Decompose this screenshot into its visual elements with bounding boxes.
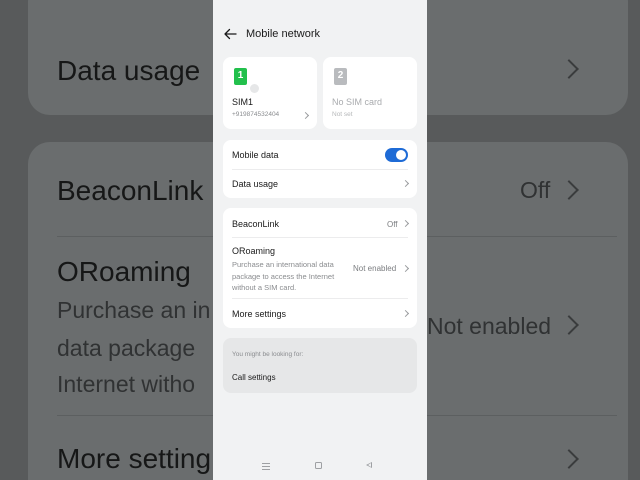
call-settings-link[interactable]: Call settings [232, 373, 276, 382]
data-usage-row[interactable]: Data usage [223, 169, 417, 198]
sim2-name: No SIM card [332, 97, 383, 107]
phone-screen: Mobile network 1 SIM1 +919874532404 2 No… [213, 0, 427, 480]
oroaming-description: Purchase an international data package t… [232, 260, 335, 292]
sim2-badge: 2 [337, 70, 344, 81]
sim-card-icon: 1 [234, 68, 247, 85]
sim1-name: SIM1 [232, 97, 254, 107]
home-icon[interactable] [315, 462, 322, 469]
beaconlink-row[interactable]: BeaconLink Off [223, 208, 417, 237]
chevron-right-icon [401, 264, 410, 273]
data-usage-label: Data usage [232, 179, 279, 189]
header: Mobile network [213, 22, 427, 46]
background-more-settings: More setting [57, 443, 212, 474]
sim2-status: Not set [332, 111, 353, 118]
background-data-usage: Data usage [57, 55, 201, 86]
oroaming-row[interactable]: ORoaming Purchase an international data … [223, 237, 417, 298]
more-settings-label: More settings [232, 309, 287, 319]
background-oroaming: ORoaming [57, 256, 191, 287]
background-oroaming-line3: Internet witho [57, 371, 196, 397]
oroaming-label: ORoaming [232, 246, 276, 256]
mobile-data-toggle[interactable] [385, 148, 408, 162]
data-card: Mobile data Data usage [223, 140, 417, 198]
background-oroaming-value: Not enabled [427, 313, 552, 339]
menu-icon[interactable] [262, 463, 270, 470]
background-beaconlink-value: Off [520, 177, 551, 203]
chevron-right-icon [301, 111, 310, 120]
oroaming-value: Not enabled [353, 264, 397, 273]
sim2-card[interactable]: 2 No SIM card Not set [323, 57, 417, 129]
suggestions-label: You might be looking for: [232, 351, 304, 358]
sim1-card[interactable]: 1 SIM1 +919874532404 [223, 57, 317, 129]
background-beaconlink: BeaconLink [57, 175, 204, 206]
touch-indicator [250, 84, 259, 93]
background-oroaming-line1: Purchase an in [57, 297, 211, 323]
page-title: Mobile network [246, 28, 320, 40]
sim1-number: +919874532404 [232, 111, 280, 118]
suggestions-panel: You might be looking for: Call settings [223, 338, 417, 393]
mobile-data-row[interactable]: Mobile data [223, 140, 417, 169]
chevron-right-icon [401, 309, 410, 318]
sim1-badge: 1 [237, 70, 244, 81]
beaconlink-value: Off [387, 220, 398, 229]
more-settings-row[interactable]: More settings [223, 298, 417, 328]
services-card: BeaconLink Off ORoaming Purchase an inte… [223, 208, 417, 328]
beaconlink-label: BeaconLink [232, 219, 280, 229]
navigation-bar [213, 458, 427, 474]
sim-card-icon: 2 [334, 68, 347, 85]
background-oroaming-line2: data package [57, 335, 196, 361]
chevron-right-icon [401, 219, 410, 228]
back-arrow-icon[interactable] [223, 27, 237, 41]
back-icon[interactable] [366, 462, 372, 468]
mobile-data-label: Mobile data [232, 150, 279, 160]
chevron-right-icon [401, 179, 410, 188]
